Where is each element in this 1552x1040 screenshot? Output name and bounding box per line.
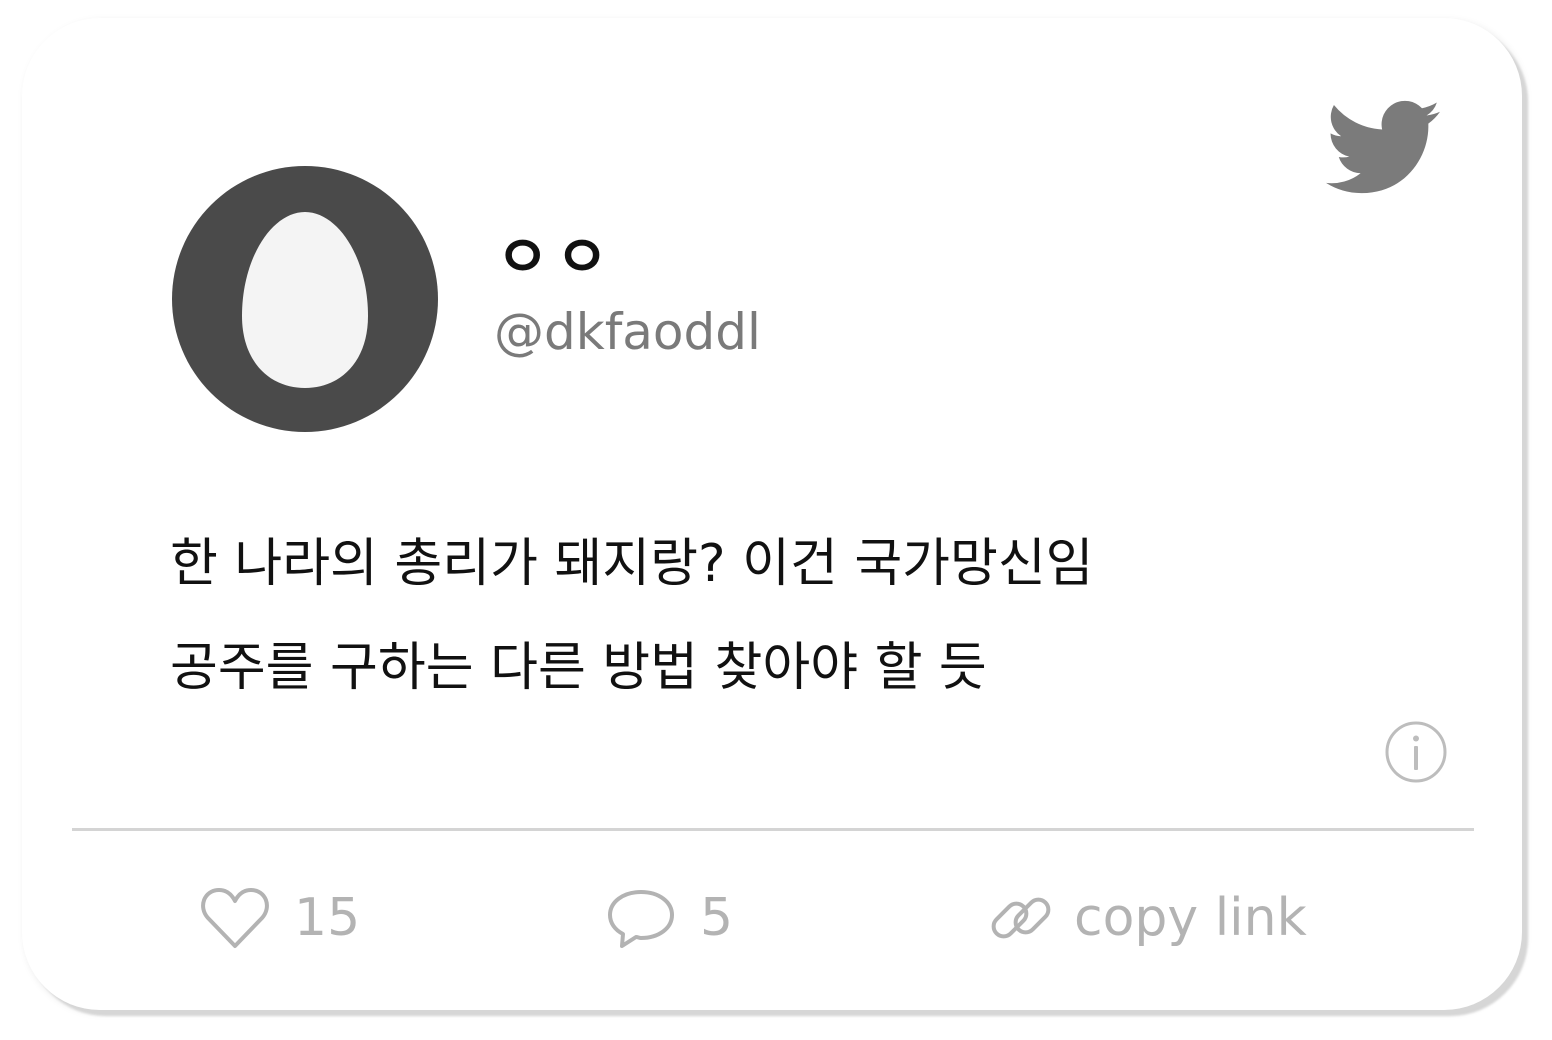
info-icon[interactable] <box>1384 720 1448 784</box>
reply-count: 5 <box>700 888 734 948</box>
divider <box>72 828 1474 831</box>
egg-avatar-icon[interactable] <box>172 166 438 432</box>
link-icon <box>991 897 1051 939</box>
twitter-bird-icon[interactable] <box>1326 100 1440 196</box>
speech-bubble-icon <box>608 890 674 948</box>
copy-link-button[interactable]: copy link <box>986 878 1307 958</box>
tweet-text-line: 공주를 구하는 다른 방법 찾아야 할 듯 <box>170 638 987 698</box>
like-count: 15 <box>294 888 361 948</box>
user-handle[interactable]: @dkfaoddl <box>494 300 761 364</box>
copy-link-label: copy link <box>1074 888 1307 948</box>
like-button[interactable]: 15 <box>200 878 360 958</box>
heart-icon <box>201 888 269 948</box>
tweet-card: ㅇㅇ @dkfaoddl 한 나라의 총리가 돼지랑? 이건 국가망신임 공주를… <box>22 18 1522 1010</box>
tweet-text: 한 나라의 총리가 돼지랑? 이건 국가망신임 공주를 구하는 다른 방법 찾아… <box>170 512 1370 720</box>
reply-button[interactable]: 5 <box>606 878 733 958</box>
tweet-text-line: 한 나라의 총리가 돼지랑? 이건 국가망신임 <box>170 534 1094 594</box>
display-name[interactable]: ㅇㅇ <box>496 222 615 292</box>
